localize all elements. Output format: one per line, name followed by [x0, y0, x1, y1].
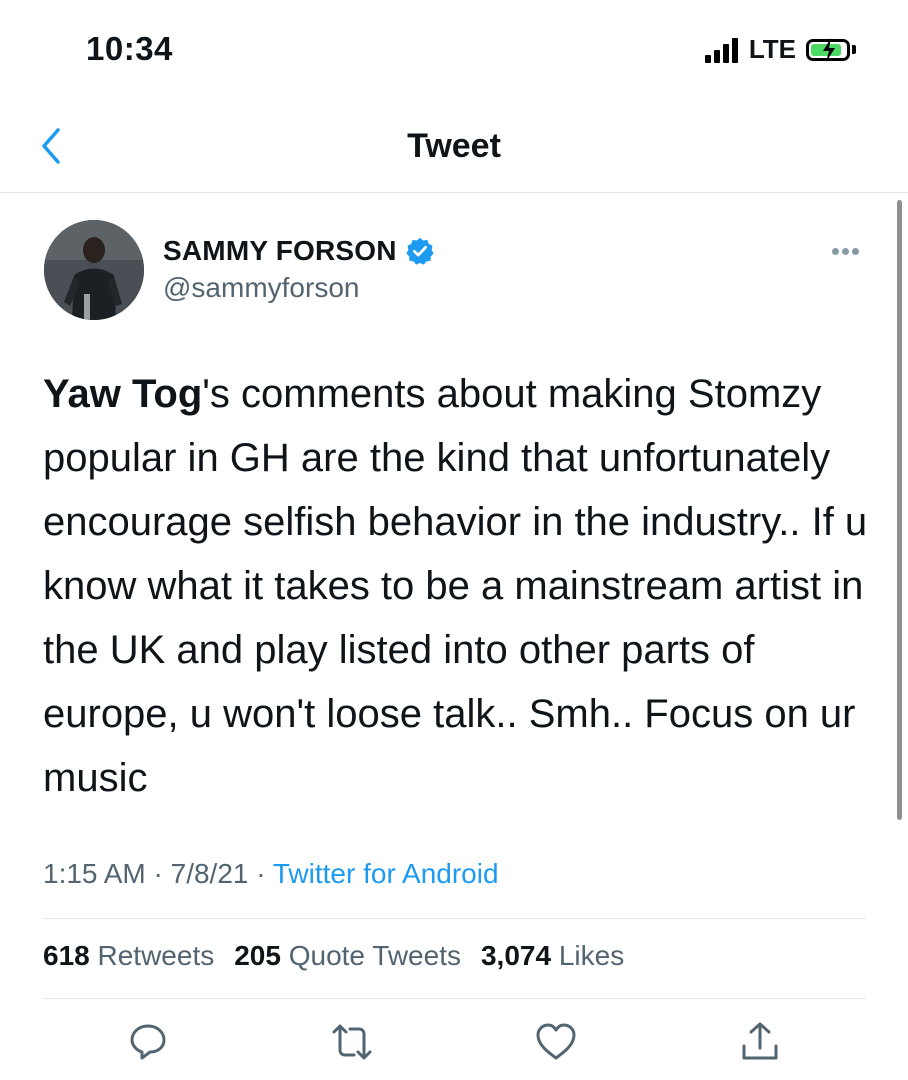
- retweet-icon: [332, 1024, 372, 1060]
- status-time: 10:34: [86, 30, 173, 67]
- page-title: Tweet: [407, 127, 501, 165]
- author-name[interactable]: SAMMY FORSON: [163, 235, 397, 267]
- tweet-date: 7/8/21: [170, 858, 249, 889]
- likes-stat[interactable]: 3,074 Likes: [481, 940, 624, 972]
- tweet-actions: [0, 1020, 908, 1070]
- tweet-mention: Yaw Tog: [43, 372, 203, 416]
- tweet-meta: 1:15 AM · 7/8/21 · Twitter for Android: [43, 858, 499, 889]
- share-icon: [742, 1022, 778, 1060]
- tweet-body: 's comments about making Stomzy popular …: [43, 372, 868, 800]
- tweet-stats: 618 Retweets 205 Quote Tweets 3,074 Like…: [43, 940, 644, 972]
- tweet-time: 1:15 AM: [43, 858, 146, 889]
- tweet-text: Yaw Tog's comments about making Stomzy p…: [43, 362, 873, 810]
- reply-icon: [130, 1024, 166, 1060]
- more-options-button[interactable]: [832, 248, 862, 255]
- reply-button[interactable]: [126, 1020, 170, 1064]
- navigation-bar: Tweet: [0, 110, 908, 193]
- network-label: LTE: [748, 34, 796, 64]
- like-button[interactable]: [534, 1020, 578, 1064]
- author-handle[interactable]: @sammyforson: [163, 272, 359, 304]
- scrollbar[interactable]: [897, 200, 902, 820]
- tweet-source-link[interactable]: Twitter for Android: [273, 858, 499, 889]
- battery-icon: [806, 37, 850, 62]
- status-indicators: LTE: [704, 34, 856, 65]
- status-bar: 10:34 LTE: [0, 0, 908, 100]
- battery-cap: [852, 45, 856, 54]
- signal-icon: [704, 37, 741, 63]
- retweet-button[interactable]: [330, 1020, 374, 1064]
- like-icon: [536, 1023, 576, 1060]
- share-button[interactable]: [738, 1020, 782, 1064]
- avatar[interactable]: [44, 220, 144, 320]
- more-dot-icon: [842, 248, 849, 255]
- more-dot-icon: [832, 248, 839, 255]
- author-name-row[interactable]: SAMMY FORSON: [163, 235, 435, 267]
- divider: [43, 998, 866, 999]
- quote-tweets-stat[interactable]: 205 Quote Tweets: [234, 940, 461, 972]
- verified-badge-icon: [406, 237, 434, 265]
- more-dot-icon: [852, 248, 859, 255]
- divider: [43, 918, 866, 919]
- retweets-stat[interactable]: 618 Retweets: [43, 940, 214, 972]
